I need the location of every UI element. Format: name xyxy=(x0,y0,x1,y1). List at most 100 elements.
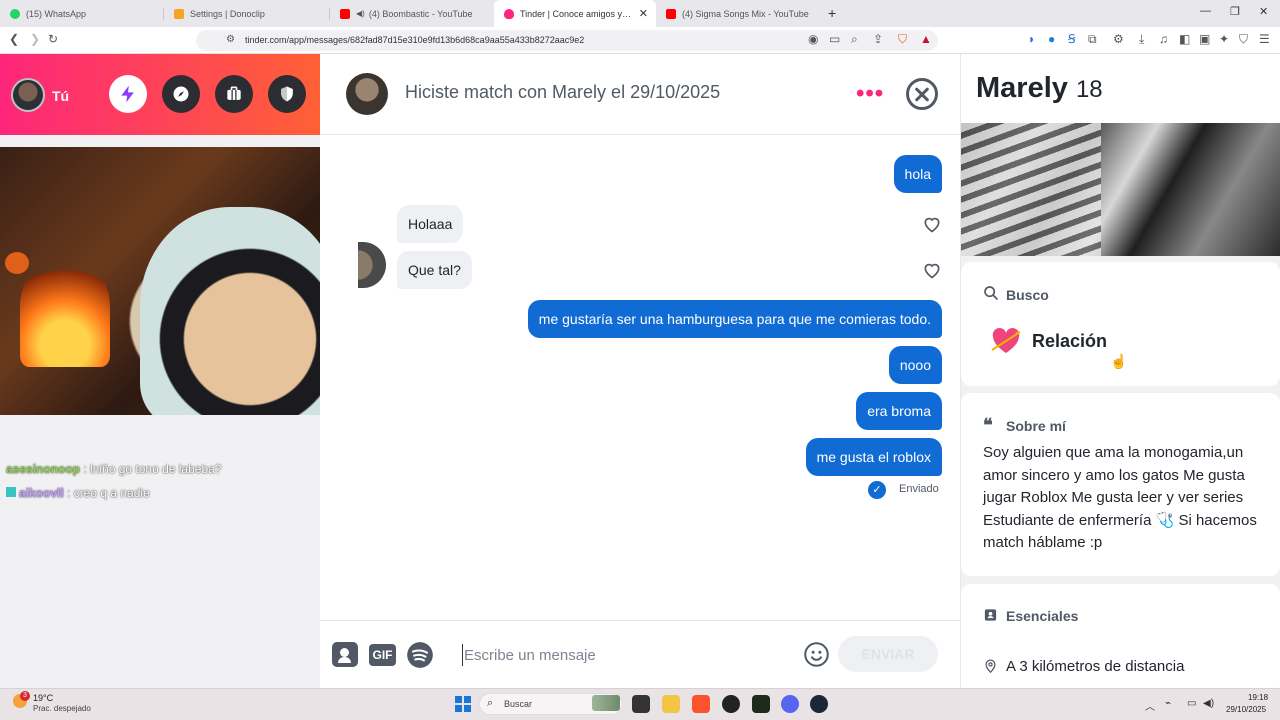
stream-chat-line: aikoovll : creo q a nadie xyxy=(6,486,150,500)
brave-shield-icon[interactable]: ⛉ xyxy=(898,32,907,47)
music-icon[interactable]: ♫ xyxy=(1159,32,1168,46)
stream-chat-line: asesinonoop : lniño go tono de labeba? xyxy=(6,462,221,476)
sent-status: Enviado xyxy=(899,483,939,495)
quote-icon: ❝ xyxy=(983,415,993,435)
tab-title: Tinder | Conoce amigos y gente xyxy=(520,8,632,19)
leo-icon[interactable]: ✦ xyxy=(1219,32,1229,46)
clock-date[interactable]: 29/10/2025 xyxy=(1226,705,1266,714)
like-message-heart-icon[interactable] xyxy=(922,260,942,280)
location-icon[interactable]: ◉ xyxy=(808,32,818,46)
obs-icon[interactable] xyxy=(722,695,740,713)
chat-nick: asesinonoop xyxy=(6,462,81,476)
donoclip-icon xyxy=(174,8,184,19)
discord-icon[interactable] xyxy=(781,695,799,713)
my-avatar[interactable] xyxy=(11,78,45,112)
url-text[interactable]: tinder.com/app/messages/682fad87d15e310e… xyxy=(245,35,584,45)
search-highlight-icon xyxy=(592,695,620,711)
youtube-icon xyxy=(340,8,350,19)
spotify-icon[interactable] xyxy=(406,641,434,669)
profile-photo[interactable] xyxy=(961,123,1280,256)
wallet-icon[interactable]: ▣ xyxy=(1199,32,1210,46)
cast-icon[interactable]: ▭ xyxy=(829,32,840,46)
tray-overflow-icon[interactable]: ︿ xyxy=(1145,698,1155,713)
profile-name: Marely 18 xyxy=(976,72,1103,105)
compass-icon[interactable] xyxy=(162,75,200,113)
whatsapp-icon xyxy=(10,8,20,19)
brave-browser-icon[interactable] xyxy=(692,695,710,713)
minimize-icon[interactable]: — xyxy=(1200,5,1211,17)
maximize-icon[interactable]: ❐ xyxy=(1230,5,1240,18)
briefcase-icon[interactable] xyxy=(215,75,253,113)
chat-message: : lniño go tono de labeba? xyxy=(80,462,222,476)
windows-start-icon[interactable] xyxy=(455,696,471,712)
gif-button[interactable]: GIF xyxy=(369,644,396,666)
contact-card-icon[interactable] xyxy=(332,642,358,667)
weather-temperature[interactable]: 19°C xyxy=(33,693,53,703)
terminal-app-icon[interactable] xyxy=(752,695,770,713)
shield-icon[interactable] xyxy=(268,75,306,113)
share-icon[interactable]: ⇪ xyxy=(873,32,883,46)
tray-network-icon[interactable]: ⌁ xyxy=(1165,698,1171,709)
youtube-icon xyxy=(666,8,676,19)
match-title: Hiciste match con Marely el 29/10/2025 xyxy=(405,82,721,102)
zoom-icon[interactable]: ⌕ xyxy=(851,32,858,47)
extension-icon[interactable]: ● xyxy=(1048,32,1055,46)
tab-title: (4) Sigma Songs Mix - YouTube xyxy=(682,8,809,19)
looking-for-value: Relación xyxy=(1032,331,1108,351)
emoji-icon[interactable] xyxy=(803,641,830,668)
task-view-icon[interactable] xyxy=(632,695,650,713)
tab-donoclip[interactable]: Settings | Donoclip xyxy=(164,0,328,27)
mouse-cursor-hand-icon: ☝ xyxy=(1110,353,1128,369)
webcam-overlay xyxy=(0,147,358,415)
about-title: Sobre mí xyxy=(1006,418,1066,434)
my-profile-label[interactable]: Tú xyxy=(52,88,69,104)
menu-icon[interactable]: ☰ xyxy=(1259,32,1270,46)
bolt-icon[interactable] xyxy=(109,75,147,113)
vpn-icon[interactable]: ⛉ xyxy=(1239,32,1248,47)
brave-rewards-icon[interactable]: ▲ xyxy=(920,32,932,46)
weather-description[interactable]: Prac. despejado xyxy=(33,704,91,713)
match-avatar[interactable] xyxy=(346,73,388,115)
tab-title: Settings | Donoclip xyxy=(190,8,265,19)
message-outgoing: me gusta el roblox xyxy=(805,438,942,476)
reload-icon[interactable]: ↻ xyxy=(48,32,58,46)
clock-time[interactable]: 19:18 xyxy=(1248,693,1268,702)
message-outgoing: me gustaría ser una hamburguesa para que… xyxy=(527,300,942,338)
send-button[interactable]: ENVIAR xyxy=(838,636,938,672)
message-outgoing: nooo xyxy=(888,346,942,384)
more-options-icon[interactable]: ••• xyxy=(856,82,884,106)
translate-icon[interactable]: Ꞩ xyxy=(1068,32,1076,46)
tab-sigma-songs[interactable]: (4) Sigma Songs Mix - YouTube xyxy=(656,0,820,27)
steam-icon[interactable] xyxy=(810,695,828,713)
taskbar-search-label: Buscar xyxy=(504,699,533,709)
new-tab-button[interactable]: + xyxy=(828,5,836,21)
speaker-icon[interactable]: ◀) xyxy=(356,9,365,19)
close-conversation-icon[interactable] xyxy=(906,78,938,110)
tab-tinder[interactable]: Tinder | Conoce amigos y gente ✕ xyxy=(494,0,656,27)
back-icon[interactable]: ❮ xyxy=(9,32,19,46)
tinder-flame-icon xyxy=(504,8,514,19)
tab-whatsapp[interactable]: (15) WhatsApp xyxy=(0,0,162,27)
extensions-puzzle-icon[interactable]: ⧉ xyxy=(1088,32,1097,47)
close-window-icon[interactable]: ✕ xyxy=(1259,5,1268,18)
site-info-icon[interactable]: ⚙ xyxy=(226,34,235,45)
tray-volume-icon[interactable]: ◀) xyxy=(1203,698,1214,709)
distance-text: A 3 kilómetros de distancia xyxy=(1006,658,1185,675)
sidebar-icon[interactable]: ◧ xyxy=(1179,32,1190,46)
file-explorer-icon[interactable] xyxy=(662,695,680,713)
extension-icon[interactable]: ◗ xyxy=(1028,32,1035,46)
heart-with-arrow-icon xyxy=(991,328,1021,353)
forward-icon[interactable]: ❯ xyxy=(30,32,40,46)
close-tab-icon[interactable]: ✕ xyxy=(639,7,648,20)
message-incoming: Que tal? xyxy=(397,251,472,289)
essentials-card xyxy=(961,584,1280,694)
tab-boombastic[interactable]: ◀) (4) Boombastic - YouTube xyxy=(330,0,494,27)
message-input[interactable] xyxy=(462,644,782,666)
tray-display-icon[interactable]: ▭ xyxy=(1187,698,1196,709)
like-message-heart-icon[interactable] xyxy=(922,214,942,234)
extension-icon[interactable]: ⚙ xyxy=(1113,32,1124,46)
message-outgoing: era broma xyxy=(856,392,942,430)
download-icon[interactable]: ⤓ xyxy=(1139,32,1144,47)
profile-age: 18 xyxy=(1075,76,1103,103)
essentials-title: Esenciales xyxy=(1006,608,1079,624)
